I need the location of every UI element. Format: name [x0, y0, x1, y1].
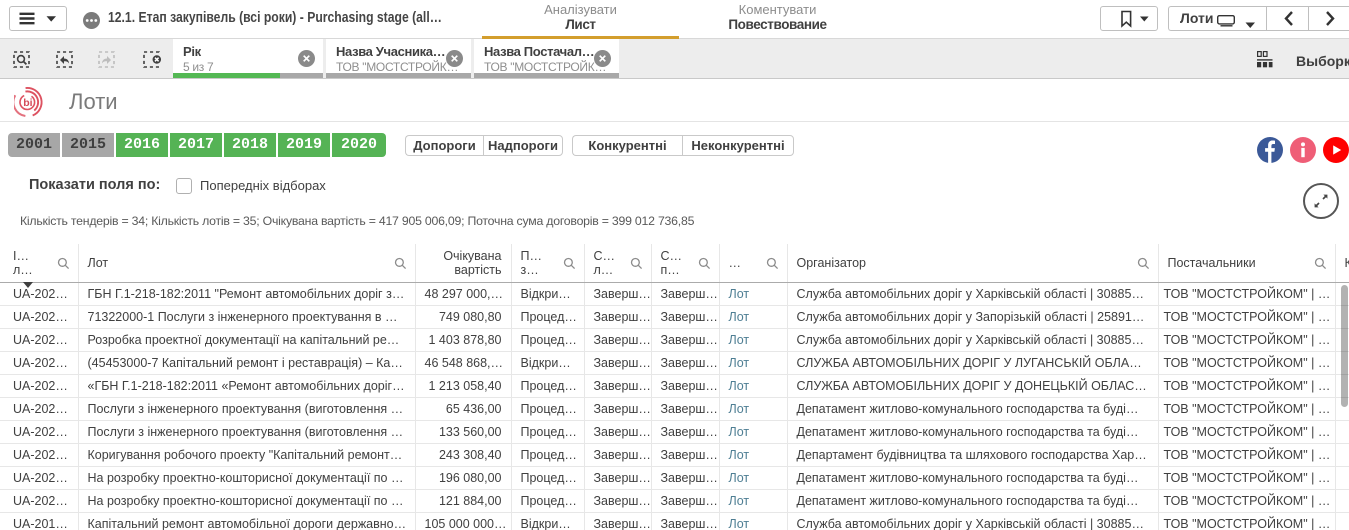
svg-text:bi: bi [23, 97, 32, 109]
